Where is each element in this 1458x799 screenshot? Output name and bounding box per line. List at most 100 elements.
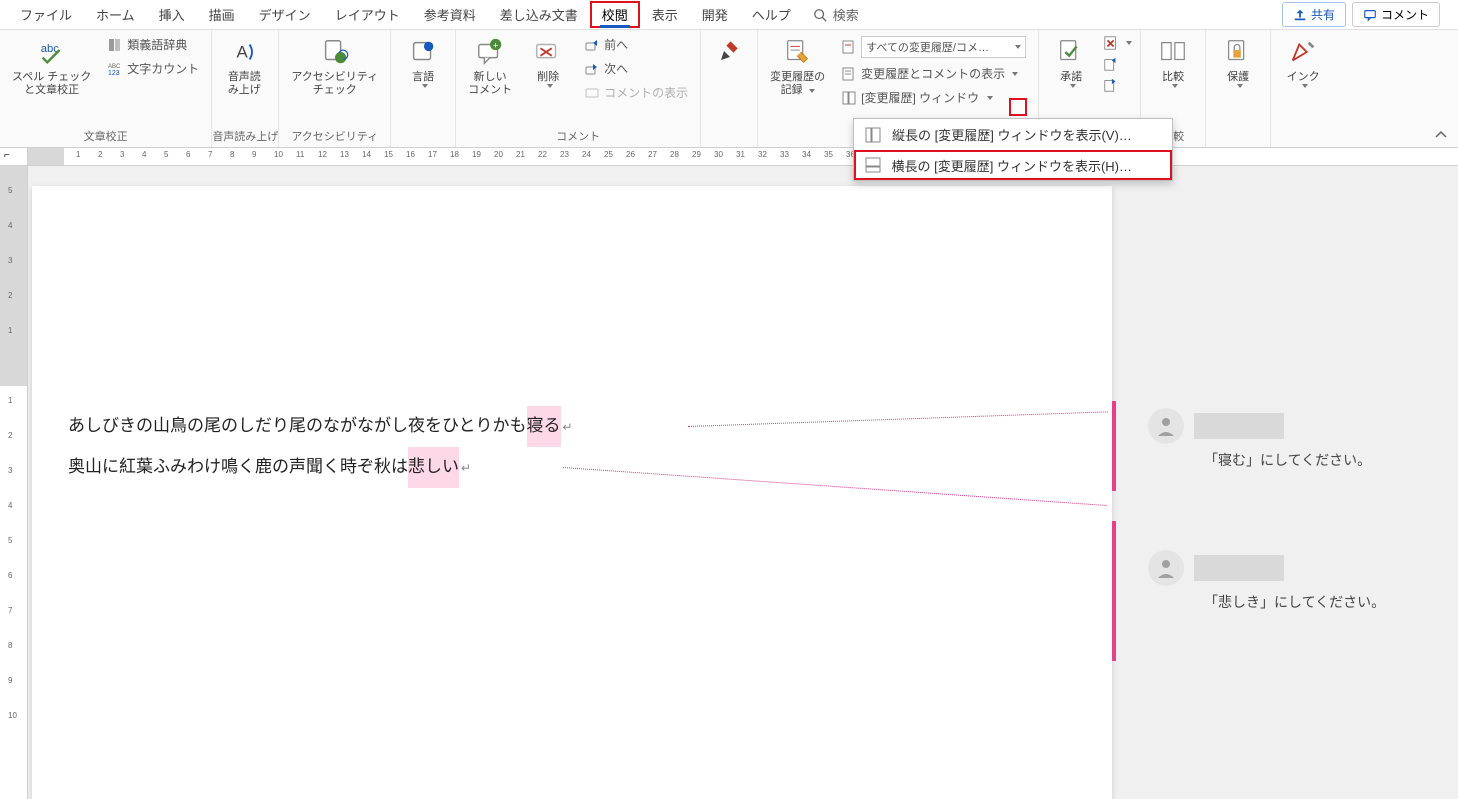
spelling-label-1: スペル チェック: [12, 71, 91, 84]
ruler-horizontal: ⌐ 12345678910111213141516171819202122232…: [0, 148, 1458, 166]
document-line-1[interactable]: あしびきの山鳥の尾のしだり尾のながながし夜をひとりかも寝る↵: [68, 406, 1076, 447]
ink-button[interactable]: インク: [1277, 33, 1329, 91]
vertical-pane-icon: [864, 126, 882, 144]
paragraph-mark-icon: ↵: [563, 413, 573, 442]
delete-comment-button[interactable]: 削除: [522, 33, 574, 91]
spelling-grammar-button[interactable]: abc スペル チェック と文章校正: [6, 33, 97, 100]
group-ink: インク: [1271, 30, 1335, 147]
chevron-down-icon: [1302, 84, 1308, 88]
newcomment-label-2: コメント: [468, 84, 512, 97]
previous-comment-button[interactable]: 前へ: [578, 33, 694, 56]
display-for-review-combo[interactable]: すべての変更履歴/コメ…: [835, 33, 1032, 61]
chevron-down-icon[interactable]: [987, 96, 993, 100]
comment-1[interactable]: 「寝む」にしてください。: [1148, 408, 1458, 470]
group-accessibility: アクセシビリティ チェック アクセシビリティ: [279, 30, 391, 147]
comment-2-text: 「悲しき」にしてください。: [1204, 592, 1458, 612]
share-icon: [1293, 8, 1307, 22]
horizontal-pane-icon: [864, 156, 882, 174]
language-button[interactable]: 言語: [397, 33, 449, 91]
tab-layout[interactable]: レイアウト: [323, 1, 412, 28]
comment-label: コメント: [1381, 6, 1429, 23]
comment-button[interactable]: コメント: [1352, 2, 1440, 27]
reject-button[interactable]: [1101, 33, 1134, 53]
chevron-down-icon: [547, 84, 553, 88]
line1-text: あしびきの山鳥の尾のしだり尾のながながし夜をひとりかも: [68, 406, 527, 447]
wordcount-label: 文字カウント: [127, 60, 199, 77]
tab-references[interactable]: 参考資料: [412, 1, 488, 28]
tab-help[interactable]: ヘルプ: [740, 1, 803, 28]
tab-insert[interactable]: 挿入: [147, 1, 197, 28]
reviewing-pane-dropdown: 縦長の [変更履歴] ウィンドウを表示(V)… 横長の [変更履歴] ウィンドウ…: [853, 118, 1173, 181]
group-speech-label: 音声読み上げ: [212, 125, 278, 147]
show-comments-icon: [584, 85, 600, 101]
tab-file[interactable]: ファイル: [8, 1, 84, 28]
wordcount-icon: ABC123: [107, 61, 123, 77]
comment-1-text: 「寝む」にしてください。: [1204, 450, 1458, 470]
lock-icon: [1222, 36, 1254, 68]
document-line-2[interactable]: 奥山に紅葉ふみわけ鳴く鹿の声聞く時ぞ秋は悲しい↵: [68, 447, 1076, 488]
accessibility-check-button[interactable]: アクセシビリティ チェック: [285, 33, 384, 100]
protect-button[interactable]: 保護: [1212, 33, 1264, 91]
show-markup-button[interactable]: 変更履歴とコメントの表示: [835, 62, 1032, 85]
language-label: 言語: [412, 71, 434, 84]
accept-button[interactable]: 承諾: [1045, 33, 1097, 91]
tab-selector-icon[interactable]: ⌐: [4, 150, 10, 161]
svg-text:123: 123: [108, 70, 120, 77]
share-label: 共有: [1311, 6, 1335, 23]
group-protect: 保護: [1206, 30, 1271, 147]
accept-icon: [1055, 36, 1087, 68]
comment-icon: [1363, 8, 1377, 22]
document-page[interactable]: あしびきの山鳥の尾のしだり尾のながながし夜をひとりかも寝る↵ 奥山に紅葉ふみわけ…: [32, 186, 1112, 799]
track-changes-icon: [782, 36, 814, 68]
tab-home[interactable]: ホーム: [84, 1, 147, 28]
tab-mailings[interactable]: 差し込み文書: [488, 1, 590, 28]
share-button[interactable]: 共有: [1282, 2, 1346, 27]
language-icon: [407, 36, 439, 68]
pen-icon: [713, 36, 745, 68]
previous-change-icon: [1103, 56, 1119, 72]
track-label-2-wrap: 記録: [781, 84, 815, 97]
show-markup-label: 変更履歴とコメントの表示: [861, 65, 1005, 82]
search-icon: [813, 8, 827, 22]
document-area: 5432112345678910 あしびきの山鳥の尾のしだり尾のながながし夜をひ…: [0, 166, 1458, 799]
showcomments-label: コメントの表示: [604, 84, 688, 101]
next-label: 次へ: [604, 60, 628, 77]
search-box[interactable]: 検索: [803, 5, 869, 24]
reviewing-pane-label: [変更履歴] ウィンドウ: [861, 89, 979, 106]
menu-vertical-label: 縦長の [変更履歴] ウィンドウを表示(V)…: [892, 125, 1132, 144]
comment-2[interactable]: 「悲しき」にしてください。: [1148, 550, 1458, 612]
spelling-label-2: と文章校正: [24, 84, 79, 97]
reviewing-pane-button[interactable]: [変更履歴] ウィンドウ: [835, 86, 1032, 109]
svg-text:A: A: [237, 43, 249, 62]
thesaurus-button[interactable]: 類義語辞典: [101, 33, 205, 56]
ink-icon: [1287, 36, 1319, 68]
group-proofing: abc スペル チェック と文章校正 類義語辞典 ABC123 文字カウント: [0, 30, 212, 147]
tab-draw[interactable]: 描画: [197, 1, 247, 28]
tab-developer[interactable]: 開発: [690, 1, 740, 28]
menu-horizontal-pane[interactable]: 横長の [変更履歴] ウィンドウを表示(H)…: [854, 150, 1172, 180]
reviewing-pane-icon: [841, 90, 857, 106]
wordcount-button[interactable]: ABC123 文字カウント: [101, 57, 205, 80]
thesaurus-label: 類義語辞典: [127, 36, 187, 53]
previous-change-button[interactable]: [1101, 54, 1134, 74]
ink-pen-button[interactable]: [707, 33, 751, 74]
tab-view[interactable]: 表示: [640, 1, 690, 28]
compare-icon: [1157, 36, 1189, 68]
compare-button[interactable]: 比較: [1147, 33, 1199, 91]
tab-review[interactable]: 校閲: [590, 1, 640, 28]
collapse-ribbon-button[interactable]: [1434, 128, 1448, 142]
next-comment-button[interactable]: 次へ: [578, 57, 694, 80]
read-aloud-button[interactable]: A 音声読 み上げ: [218, 33, 270, 100]
tab-design[interactable]: デザイン: [247, 1, 323, 28]
accept-label: 承諾: [1060, 71, 1082, 84]
change-bar-1: [1112, 401, 1116, 491]
svg-text:+: +: [493, 40, 498, 50]
thesaurus-icon: [107, 37, 123, 53]
next-change-button[interactable]: [1101, 75, 1134, 95]
new-comment-button[interactable]: + 新しい コメント: [462, 33, 518, 100]
previous-icon: [584, 37, 600, 53]
track-changes-button[interactable]: 変更履歴の 記録: [764, 33, 831, 100]
menu-vertical-pane[interactable]: 縦長の [変更履歴] ウィンドウを表示(V)…: [854, 119, 1172, 150]
readaloud-label-1: 音声読: [228, 71, 261, 84]
comments-panel: 「寝む」にしてください。 「悲しき」にしてください。: [1148, 166, 1458, 692]
